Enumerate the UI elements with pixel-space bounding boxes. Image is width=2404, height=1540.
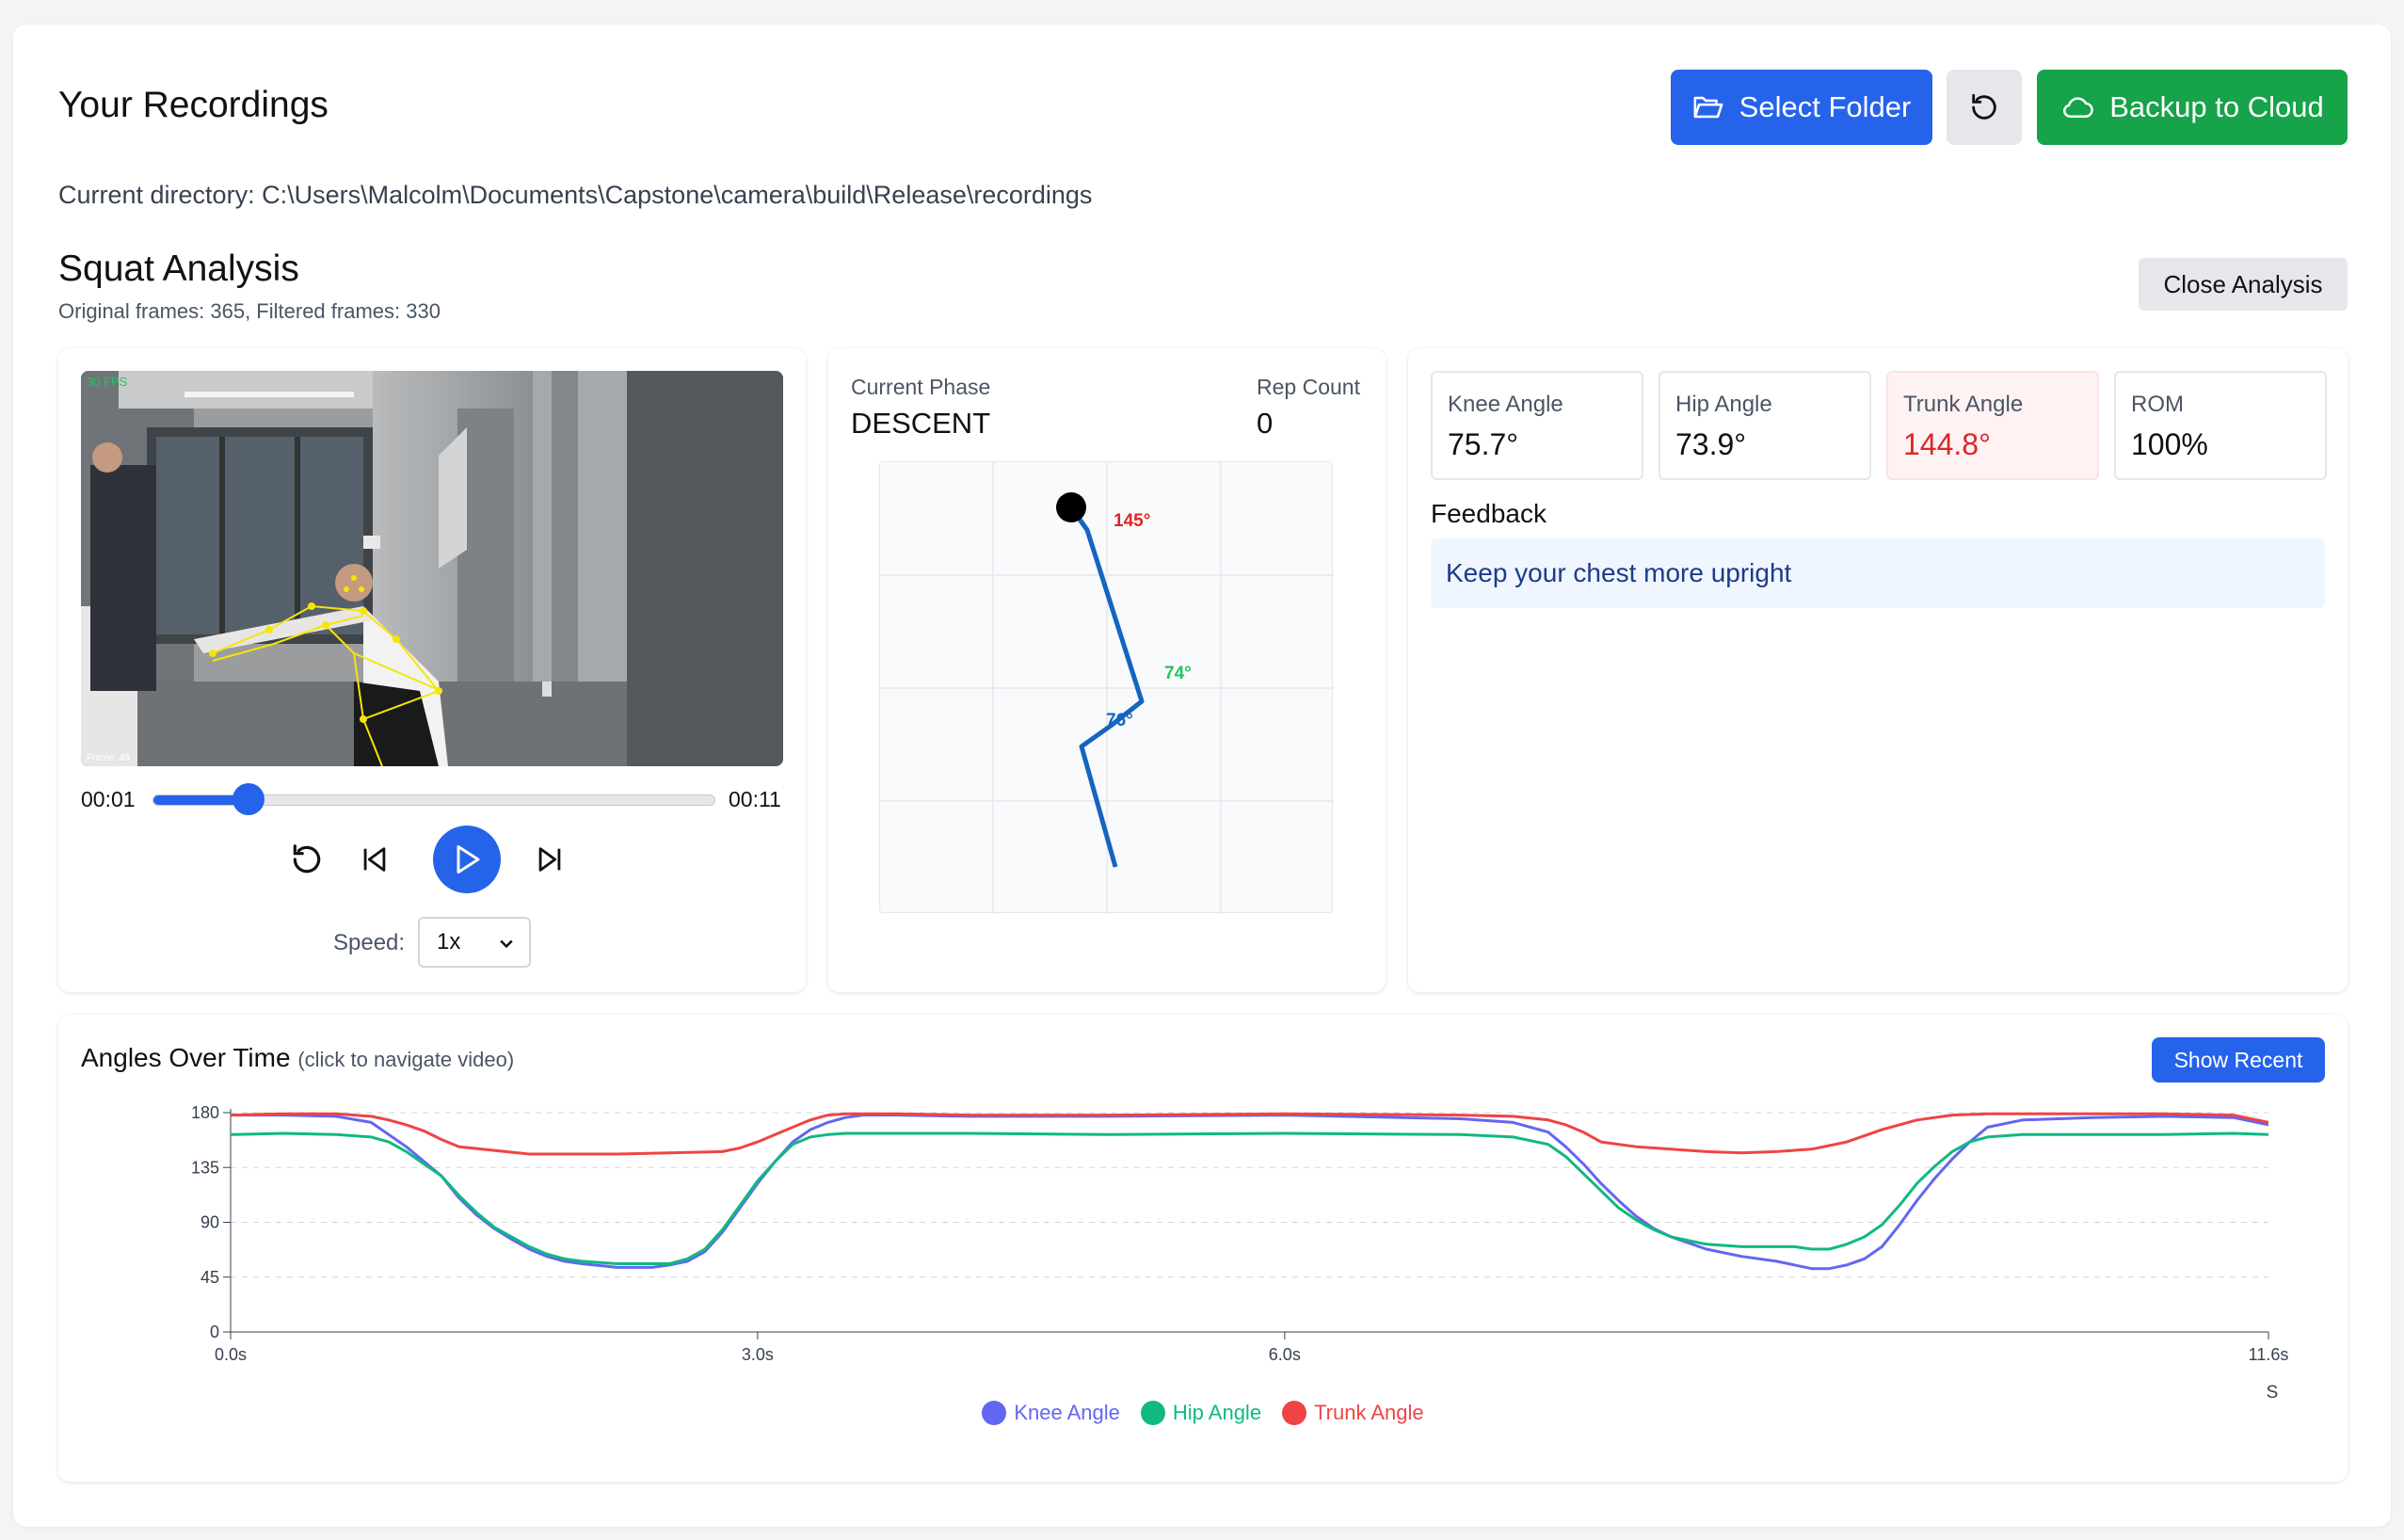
metric-label: Trunk Angle (1903, 392, 2024, 417)
video-frame-overlay: Frame: 49 (87, 753, 130, 763)
x-tick-label: 0.0s (215, 1345, 247, 1364)
refresh-button[interactable] (1947, 70, 2022, 145)
feedback-message: Keep your chest more upright (1431, 538, 2325, 608)
head-joint (1056, 492, 1086, 522)
current-time: 00:01 (81, 787, 136, 811)
backup-to-cloud-button[interactable]: Backup to Cloud (2037, 70, 2348, 145)
metric-label: ROM (2131, 392, 2184, 417)
feedback-title: Feedback (1431, 499, 1547, 528)
video-scene: 30 FPS Frame: 49 (81, 371, 783, 766)
skeleton-panel: Current Phase DESCENT Rep Count 0 145° 7… (828, 348, 1386, 992)
legend-swatch (1282, 1401, 1307, 1425)
rep-count-value: 0 (1257, 407, 1274, 440)
phase-value: DESCENT (851, 407, 991, 440)
metric-label: Knee Angle (1448, 392, 1563, 417)
current-directory: Current directory: C:\Users\Malcolm\Docu… (58, 181, 1093, 209)
metric-value: 75.7° (1448, 427, 1519, 461)
video-panel: 30 FPS Frame: 49 00:01 00:11 Speed: 1x (58, 348, 806, 992)
replay-icon (293, 844, 321, 874)
speed-value: 1x (437, 929, 461, 954)
legend-label: Knee Angle (1014, 1401, 1120, 1424)
legend-item[interactable]: Knee Angle (982, 1401, 1120, 1425)
speed-label: Speed: (333, 930, 406, 955)
metrics-panel: Knee Angle 75.7° Hip Angle 73.9° Trunk A… (1408, 348, 2348, 992)
close-analysis-button[interactable]: Close Analysis (2139, 258, 2348, 311)
rep-count-label: Rep Count (1257, 375, 1360, 399)
duration: 00:11 (729, 787, 781, 811)
x-tick-label: 11.6s (2249, 1345, 2289, 1364)
chart-legend: Knee Angle Hip Angle Trunk Angle (58, 1401, 2348, 1425)
frames-info: Original frames: 365, Filtered frames: 3… (58, 299, 441, 323)
y-tick-label: 0 (210, 1323, 219, 1341)
phase-label: Current Phase (851, 375, 991, 399)
metric-value: 100% (2131, 427, 2208, 461)
play-icon (457, 845, 480, 874)
skeleton-plot: 145° 74° 76° (879, 461, 1334, 914)
legend-label: Trunk Angle (1314, 1401, 1424, 1424)
legend-item[interactable]: Hip Angle (1140, 1401, 1262, 1425)
hip-angle-card: Hip Angle 73.9° (1659, 371, 1871, 480)
refresh-icon (1972, 93, 1996, 120)
chevron-down-icon (500, 939, 513, 949)
y-tick-label: 180 (191, 1103, 219, 1122)
legend-item[interactable]: Trunk Angle (1282, 1401, 1424, 1425)
legend-swatch (982, 1401, 1007, 1425)
step-back-button[interactable] (356, 841, 393, 878)
select-folder-label: Select Folder (1739, 90, 1912, 123)
step-forward-button[interactable] (531, 841, 569, 878)
select-folder-button[interactable]: Select Folder (1671, 70, 1932, 145)
x-tick-label: 3.0s (742, 1345, 774, 1364)
video-frame[interactable]: 30 FPS Frame: 49 (81, 371, 783, 766)
metric-value: 73.9° (1675, 427, 1747, 461)
folder-open-icon (1693, 96, 1723, 119)
legend-swatch (1140, 1401, 1165, 1425)
page-title: Your Recordings (58, 85, 329, 125)
metric-label: Hip Angle (1675, 392, 1772, 417)
skip-forward-icon (538, 847, 561, 872)
rom-card: ROM 100% (2114, 371, 2327, 480)
angles-chart-panel: Angles Over Time (click to navigate vide… (58, 1015, 2348, 1482)
legend-label: Hip Angle (1172, 1401, 1262, 1424)
trunk-angle-label: 145° (1114, 511, 1150, 531)
y-tick-label: 45 (200, 1268, 219, 1287)
hip-angle-label: 74° (1164, 664, 1192, 683)
knee-angle-card: Knee Angle 75.7° (1431, 371, 1643, 480)
play-button[interactable] (433, 826, 501, 893)
trunk-angle-card: Trunk Angle 144.8° (1886, 371, 2099, 480)
knee-angle-label: 76° (1106, 711, 1133, 730)
y-tick-label: 90 (200, 1213, 219, 1232)
x-tick-label: 6.0s (1269, 1345, 1301, 1364)
x-axis-label: S (2267, 1383, 2279, 1403)
speed-select[interactable]: 1x (418, 917, 531, 968)
metric-value: 144.8° (1903, 427, 1991, 461)
seek-thumb[interactable] (232, 783, 264, 815)
skip-back-icon (363, 847, 386, 872)
y-tick-label: 135 (191, 1158, 219, 1177)
series-line-knee-angle (231, 1114, 2269, 1271)
replay-button[interactable] (288, 841, 326, 878)
analysis-title: Squat Analysis (58, 249, 299, 289)
cloud-icon (2063, 97, 2094, 118)
video-fps-overlay: 30 FPS (87, 375, 128, 389)
backup-label: Backup to Cloud (2109, 90, 2324, 123)
